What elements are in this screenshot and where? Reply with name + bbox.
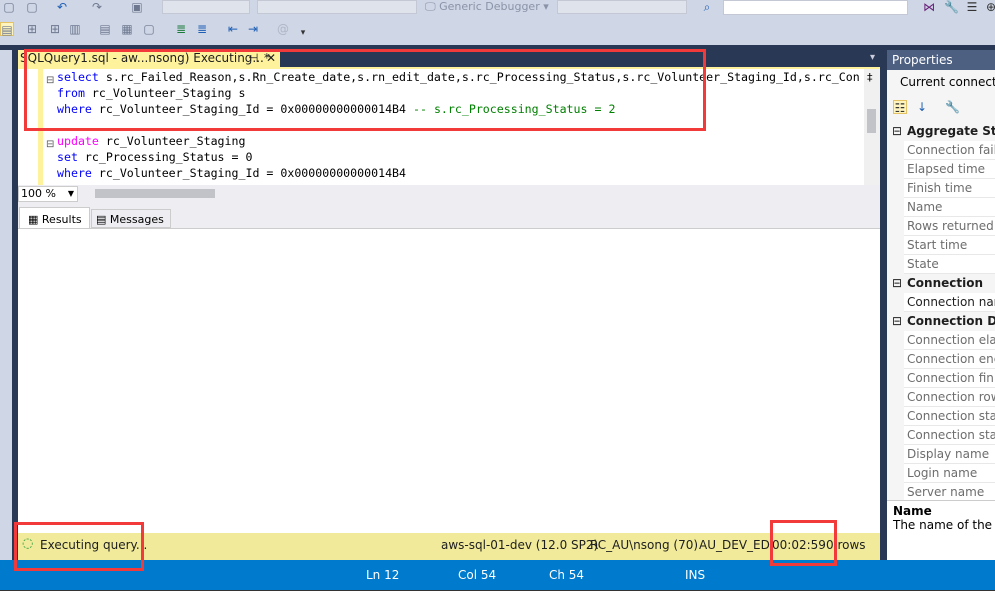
property-row[interactable]: Start time (904, 236, 995, 255)
description-pane: Name The name of the connection. (887, 500, 995, 560)
property-row[interactable]: Server name (904, 483, 995, 500)
property-row[interactable]: Connection elapsed time (904, 331, 995, 350)
property-category[interactable]: Connection Details (888, 312, 995, 331)
property-row[interactable]: State (904, 255, 995, 274)
property-row[interactable]: Connection name (904, 293, 995, 312)
rows-count: 0 rows (826, 538, 866, 552)
property-row[interactable]: Connection state (904, 426, 995, 445)
database-name: AU_DEV_ED (699, 538, 770, 552)
property-row[interactable]: Connection start time (904, 407, 995, 426)
line-number: Ln 12 (366, 568, 400, 582)
property-row[interactable]: Connection failures (904, 141, 995, 160)
taskbar (0, 590, 995, 604)
property-row[interactable]: Display name (904, 445, 995, 464)
property-row[interactable]: Connection encryption (904, 350, 995, 369)
column-number: Col 54 (458, 568, 497, 582)
status-bar (0, 560, 995, 590)
property-row[interactable]: Login name (904, 464, 995, 483)
property-row[interactable]: Finish time (904, 179, 995, 198)
elapsed-time: 00:02:59 (772, 538, 826, 552)
property-row[interactable]: Elapsed time (904, 160, 995, 179)
insert-mode: INS (685, 568, 706, 582)
property-row[interactable]: Rows returned (904, 217, 995, 236)
property-row[interactable]: Connection finish time (904, 369, 995, 388)
property-row[interactable]: Connection rows returned (904, 388, 995, 407)
login-name: RC_AU\nsong (70) (590, 538, 699, 552)
property-grid: Aggregate StatusConnection failuresElaps… (0, 0, 995, 500)
query-status-text: Executing query... (40, 538, 148, 552)
property-row[interactable]: Name (904, 198, 995, 217)
property-category[interactable]: Aggregate Status (888, 122, 995, 141)
char-number: Ch 54 (549, 568, 585, 582)
property-category[interactable]: Connection (888, 274, 995, 293)
server-name: aws-sql-01-dev (12.0 SP2) (441, 538, 599, 552)
spinner-icon: ◌ (22, 536, 34, 551)
